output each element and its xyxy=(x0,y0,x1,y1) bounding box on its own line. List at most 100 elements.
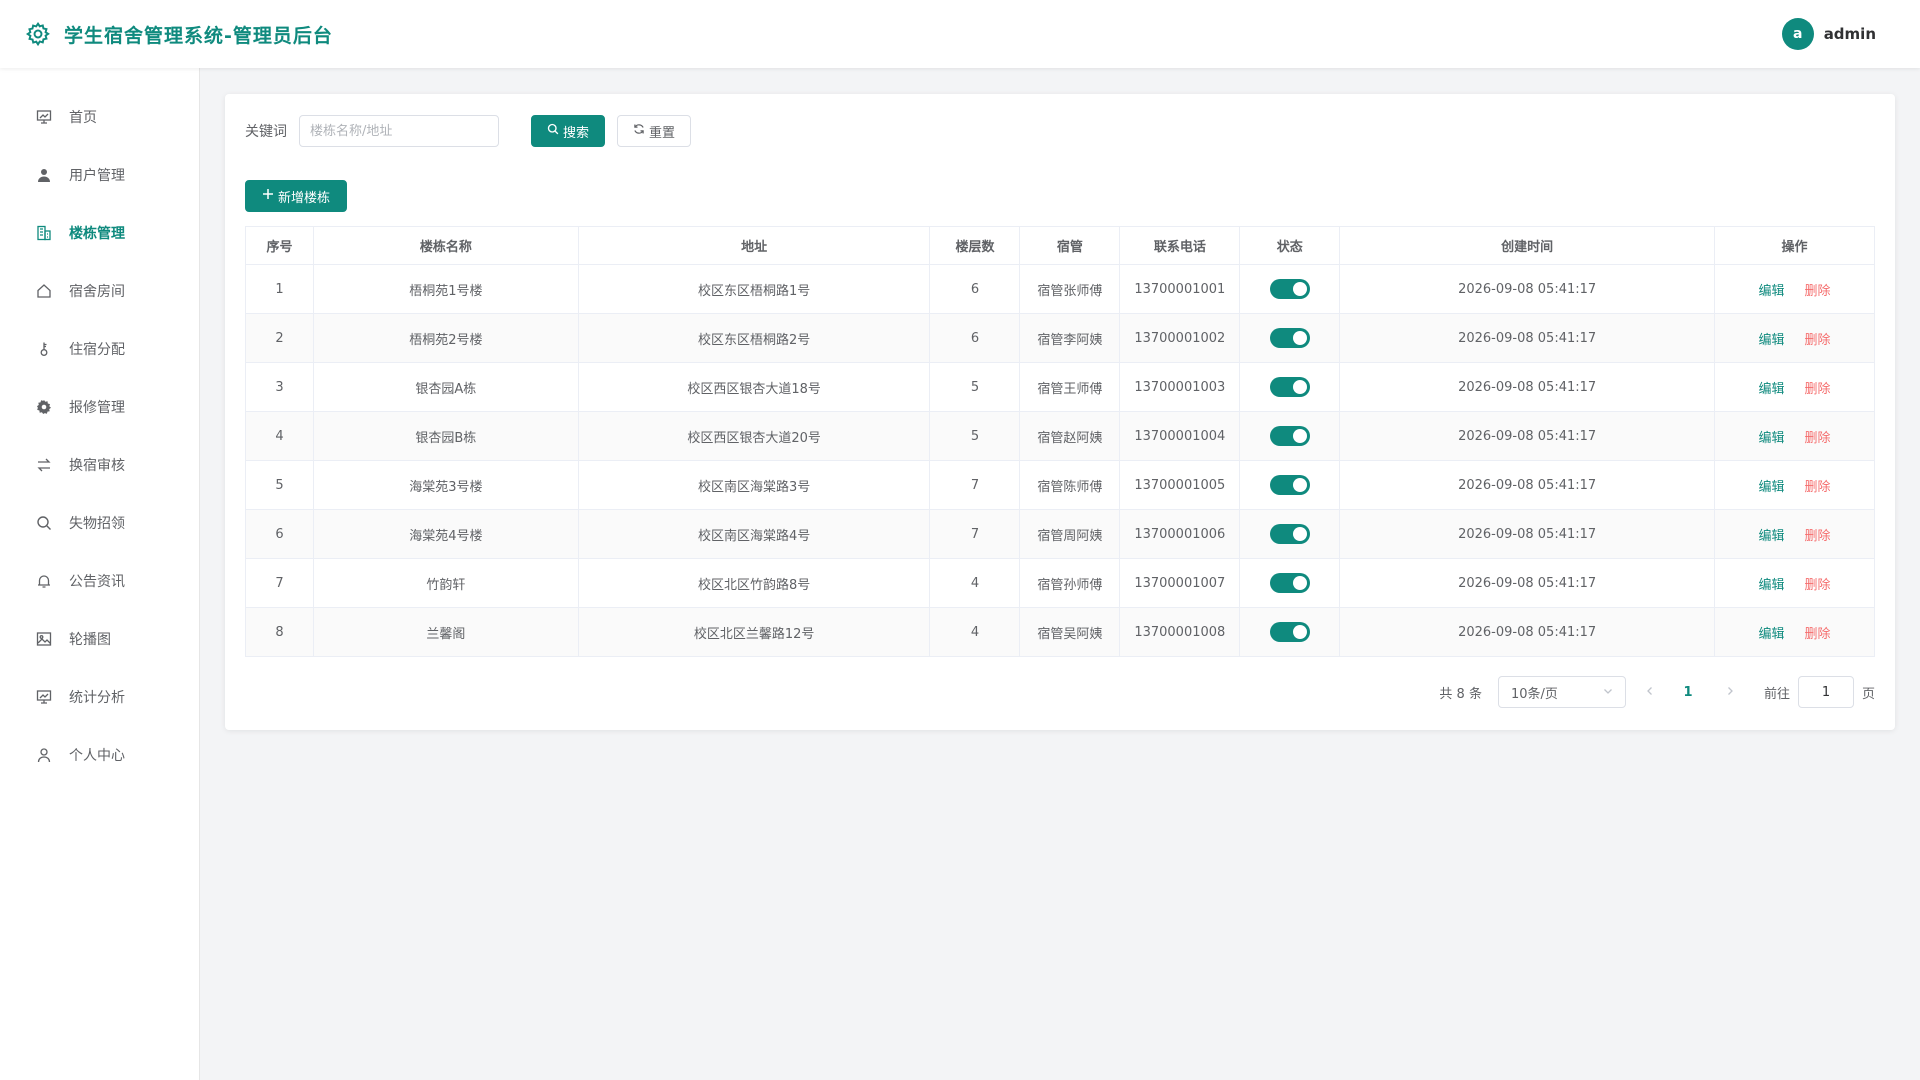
cell-status xyxy=(1239,558,1341,608)
edit-link[interactable]: 编辑 xyxy=(1758,578,1784,593)
user-menu[interactable]: a admin xyxy=(1781,18,1876,50)
sidebar-item-transfer-review[interactable]: 换宿审核 xyxy=(0,436,199,494)
status-toggle[interactable] xyxy=(1269,279,1310,299)
sidebar-item-statistics[interactable]: 统计分析 xyxy=(0,668,199,726)
sidebar-item-rooms[interactable]: 宿舍房间 xyxy=(0,262,199,320)
column-header[interactable]: 操作 xyxy=(1714,226,1875,265)
sidebar-item-label: 首页 xyxy=(69,110,97,126)
edit-link[interactable]: 编辑 xyxy=(1758,480,1784,495)
sidebar-item-announcements[interactable]: 公告资讯 xyxy=(0,552,199,610)
column-header[interactable]: 宿管 xyxy=(1019,226,1121,265)
table-body: 1 梧桐苑1号楼 校区东区梧桐路1号 6 宿管张师傅 13700001001 2026-09… xyxy=(245,264,1875,657)
sidebar-item-label: 住宿分配 xyxy=(69,342,125,358)
cell-index: 5 xyxy=(245,460,314,510)
cell-manager: 宿管王师傅 xyxy=(1019,362,1121,412)
edit-link[interactable]: 编辑 xyxy=(1758,431,1784,446)
bell-icon xyxy=(35,572,53,590)
column-header[interactable]: 楼栋名称 xyxy=(312,226,579,265)
status-toggle[interactable] xyxy=(1269,426,1310,446)
delete-link[interactable]: 删除 xyxy=(1805,627,1831,642)
table-row: 6 海棠苑4号楼 校区南区海棠路4号 7 宿管周阿姨 13700001006 2026-09… xyxy=(245,509,1875,559)
page-number[interactable]: 1 xyxy=(1670,685,1706,700)
cell-building-name: 梧桐苑2号楼 xyxy=(312,313,579,363)
delete-link[interactable]: 删除 xyxy=(1805,578,1831,593)
column-header[interactable]: 创建时间 xyxy=(1339,226,1716,265)
status-toggle[interactable] xyxy=(1269,475,1310,495)
cell-building-name: 银杏园A栋 xyxy=(312,362,579,412)
cell-floors: 7 xyxy=(929,509,1021,559)
username[interactable]: admin xyxy=(1824,25,1876,43)
cell-address: 校区西区银杏大道18号 xyxy=(577,362,931,412)
delete-link[interactable]: 删除 xyxy=(1805,284,1831,299)
delete-link[interactable]: 删除 xyxy=(1805,333,1831,348)
sidebar-item-label: 公告资讯 xyxy=(69,574,125,590)
building-table: 序号 楼栋名称 地址 楼层数 宿管 联系电话 状态 创建时间 操作 1 梧桐苑1号… xyxy=(245,226,1875,657)
status-toggle[interactable] xyxy=(1269,573,1310,593)
goto-page-input[interactable] xyxy=(1797,676,1854,708)
page-size-select[interactable]: 10条/页 xyxy=(1497,676,1626,708)
total-count: 共 8 条 xyxy=(1439,686,1482,702)
cell-status xyxy=(1239,460,1341,510)
column-header[interactable]: 楼层数 xyxy=(929,226,1021,265)
search-button[interactable]: 搜索 xyxy=(531,115,605,147)
key-icon xyxy=(35,340,53,358)
cell-status xyxy=(1239,607,1341,657)
column-header[interactable]: 序号 xyxy=(245,226,314,265)
sidebar-item-allocation[interactable]: 住宿分配 xyxy=(0,320,199,378)
sidebar-item-carousel[interactable]: 轮播图 xyxy=(0,610,199,668)
column-header[interactable]: 联系电话 xyxy=(1119,226,1241,265)
keyword-input[interactable] xyxy=(299,115,499,147)
building-icon xyxy=(35,224,53,242)
cell-created-time: 2026-09-08 05:41:17 xyxy=(1339,362,1716,412)
sidebar-item-lost-found[interactable]: 失物招领 xyxy=(0,494,199,552)
avatar[interactable]: a xyxy=(1781,18,1814,50)
status-toggle[interactable] xyxy=(1269,328,1310,348)
edit-link[interactable]: 编辑 xyxy=(1758,627,1784,642)
sidebar-item-buildings[interactable]: 楼栋管理 xyxy=(0,204,199,262)
edit-link[interactable]: 编辑 xyxy=(1758,333,1784,348)
sidebar-item-repairs[interactable]: 报修管理 xyxy=(0,378,199,436)
image-icon xyxy=(35,630,53,648)
status-toggle[interactable] xyxy=(1269,622,1310,642)
cell-created-time: 2026-09-08 05:41:17 xyxy=(1339,313,1716,363)
cell-building-name: 兰馨阁 xyxy=(312,607,579,657)
edit-link[interactable]: 编辑 xyxy=(1758,382,1784,397)
column-header[interactable]: 状态 xyxy=(1239,226,1341,265)
edit-link[interactable]: 编辑 xyxy=(1758,529,1784,544)
cell-status xyxy=(1239,313,1341,363)
delete-link[interactable]: 删除 xyxy=(1805,431,1831,446)
gear-icon xyxy=(24,20,52,48)
prev-page-button[interactable] xyxy=(1636,685,1664,700)
cell-created-time: 2026-09-08 05:41:17 xyxy=(1339,509,1716,559)
column-header[interactable]: 地址 xyxy=(577,226,931,265)
cell-floors: 6 xyxy=(929,264,1021,314)
delete-link[interactable]: 删除 xyxy=(1805,382,1831,397)
table-row: 8 兰馨阁 校区北区兰馨路12号 4 宿管吴阿姨 13700001008 2026-09-0… xyxy=(245,607,1875,657)
status-toggle[interactable] xyxy=(1269,524,1310,544)
delete-link[interactable]: 删除 xyxy=(1805,529,1831,544)
cell-phone: 13700001004 xyxy=(1119,411,1241,461)
next-page-button[interactable] xyxy=(1716,685,1744,700)
pagination: 共 8 条 10条/页 1 前往 页 xyxy=(1439,676,1875,708)
status-toggle[interactable] xyxy=(1269,377,1310,397)
cell-phone: 13700001002 xyxy=(1119,313,1241,363)
add-building-button[interactable]: 新增楼栋 xyxy=(245,180,347,212)
edit-link[interactable]: 编辑 xyxy=(1758,284,1784,299)
cell-address: 校区南区海棠路4号 xyxy=(577,509,931,559)
cell-floors: 7 xyxy=(929,460,1021,510)
table-row: 4 银杏园B栋 校区西区银杏大道20号 5 宿管赵阿姨 13700001004 2026-0… xyxy=(245,411,1875,461)
sidebar-item-profile[interactable]: 个人中心 xyxy=(0,726,199,784)
sidebar-item-users[interactable]: 用户管理 xyxy=(0,146,199,204)
delete-link[interactable]: 删除 xyxy=(1805,480,1831,495)
cell-address: 校区东区梧桐路1号 xyxy=(577,264,931,314)
table-row: 5 海棠苑3号楼 校区南区海棠路3号 7 宿管陈师傅 13700001005 2026-09… xyxy=(245,460,1875,510)
sidebar-item-home[interactable]: 首页 xyxy=(0,88,199,146)
cell-status xyxy=(1239,264,1341,314)
chevron-down-icon xyxy=(1603,685,1613,700)
cell-manager: 宿管吴阿姨 xyxy=(1019,607,1121,657)
sidebar-item-label: 失物招领 xyxy=(69,516,125,532)
cell-index: 3 xyxy=(245,362,314,412)
cell-manager: 宿管孙师傅 xyxy=(1019,558,1121,608)
reset-button[interactable]: 重置 xyxy=(617,115,691,147)
cell-building-name: 海棠苑4号楼 xyxy=(312,509,579,559)
